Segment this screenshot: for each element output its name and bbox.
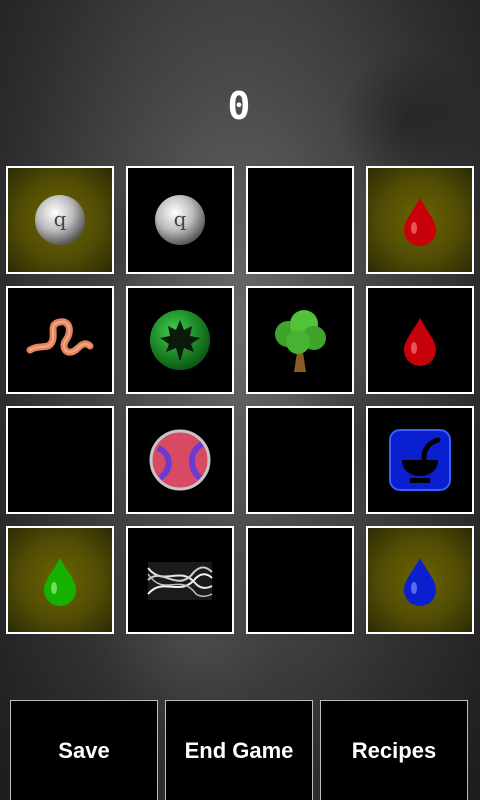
board-cell[interactable] xyxy=(366,166,474,274)
board-cell[interactable]: q xyxy=(6,166,114,274)
board-cell[interactable] xyxy=(246,166,354,274)
ball-icon xyxy=(149,429,211,491)
pearl-icon: q xyxy=(155,195,205,245)
board-cell[interactable] xyxy=(246,286,354,394)
board-cell[interactable] xyxy=(126,406,234,514)
worm-icon xyxy=(26,318,94,356)
save-button[interactable]: Save xyxy=(10,700,158,800)
board-cell[interactable] xyxy=(126,526,234,634)
leaf-orb-icon xyxy=(150,310,210,370)
blue-drop-icon xyxy=(404,558,436,606)
board-cell[interactable] xyxy=(366,406,474,514)
board-cell[interactable]: q xyxy=(126,166,234,274)
pearl-icon: q xyxy=(35,195,85,245)
board-cell[interactable] xyxy=(6,526,114,634)
red-drop-icon xyxy=(404,318,436,366)
red-drop-icon xyxy=(404,198,436,246)
board-cell[interactable] xyxy=(366,286,474,394)
svg-text:q: q xyxy=(54,207,67,231)
fiber-icon xyxy=(147,562,213,600)
green-drop-icon xyxy=(44,558,76,606)
board-cell[interactable] xyxy=(366,526,474,634)
board-cell[interactable] xyxy=(126,286,234,394)
recipes-button[interactable]: Recipes xyxy=(320,700,468,800)
board-cell[interactable] xyxy=(246,526,354,634)
tree-icon xyxy=(275,310,326,372)
end-game-button[interactable]: End Game xyxy=(165,700,313,800)
board-cell[interactable] xyxy=(6,406,114,514)
board-cell[interactable] xyxy=(6,286,114,394)
mortar-pestle-icon xyxy=(389,429,451,491)
board-cell[interactable] xyxy=(246,406,354,514)
score-display: 0 xyxy=(227,84,253,128)
svg-text:q: q xyxy=(174,207,187,231)
